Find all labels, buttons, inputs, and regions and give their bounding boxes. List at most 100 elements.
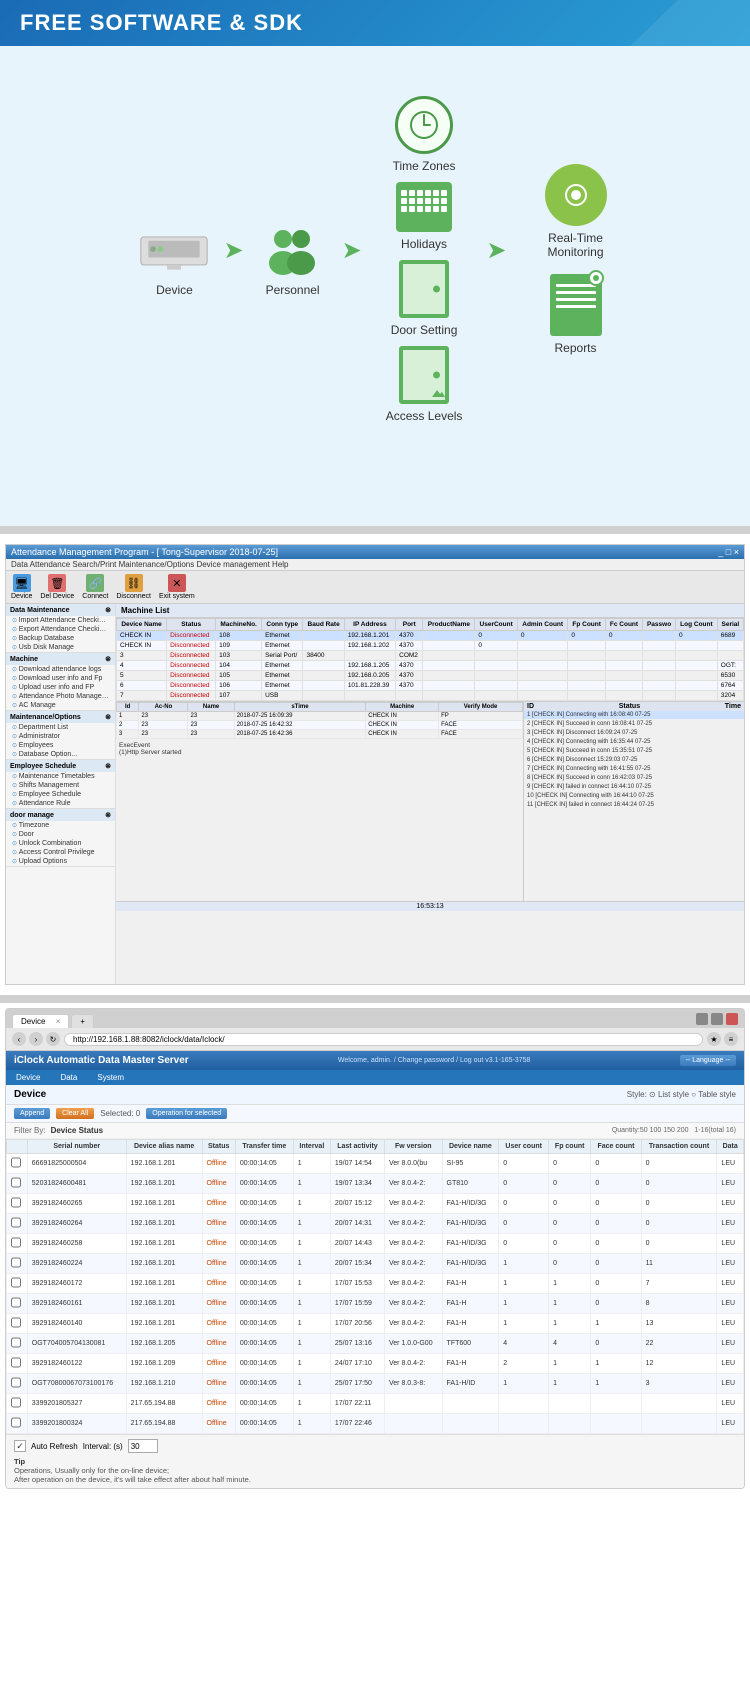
tip-section: Tip Operations, Usually only for the on-… <box>14 1457 736 1484</box>
close-window-btn[interactable] <box>726 1013 738 1025</box>
refresh-btn[interactable]: ↻ <box>46 1032 60 1046</box>
row-checkbox[interactable] <box>11 1256 21 1269</box>
interval-input[interactable] <box>128 1439 158 1453</box>
toolbar-disconnect-btn[interactable]: ⛓ Disconnect <box>116 574 151 600</box>
window-controls[interactable]: _ □ × <box>718 547 739 557</box>
access-control-item[interactable]: Access Control Privilege <box>6 848 115 857</box>
timezone-item[interactable]: Timezone <box>6 821 115 830</box>
minimize-btn[interactable] <box>696 1013 708 1025</box>
filter-value[interactable]: Device Status <box>51 1126 103 1135</box>
download-logs-item[interactable]: Download attendance logs <box>6 665 115 674</box>
right-column: Real-Time Monitoring Reports <box>531 164 621 355</box>
device-cell[interactable] <box>7 1214 28 1234</box>
device-cell[interactable] <box>7 1334 28 1354</box>
menu-btn[interactable]: ≡ <box>724 1032 738 1046</box>
device-cell[interactable] <box>7 1374 28 1394</box>
toolbar-connect-btn[interactable]: 🔗 Connect <box>82 574 108 600</box>
door-item[interactable]: Door <box>6 830 115 839</box>
tab-close[interactable]: × <box>56 1017 61 1026</box>
department-item[interactable]: Department List <box>6 723 115 732</box>
unlock-combination-item[interactable]: Unlock Combination <box>6 839 115 848</box>
auto-refresh-checkbox[interactable] <box>14 1440 26 1452</box>
table-row: 3929182460258192.168.1.201Offline00:00:1… <box>7 1234 744 1254</box>
row-checkbox[interactable] <box>11 1376 21 1389</box>
log-item[interactable]: 11 [CHECK IN] failed in connect 16:44:24… <box>524 801 744 810</box>
device-cell[interactable] <box>7 1414 28 1434</box>
ac-manage-item[interactable]: AC Manage <box>6 701 115 710</box>
log-item[interactable]: 8 [CHECK IN] Succeed in conn 16:42:03 07… <box>524 774 744 783</box>
device-cell[interactable] <box>7 1274 28 1294</box>
log-item[interactable]: 3 [CHECK IN] Disconnect 16:09:24 07-25 <box>524 729 744 738</box>
append-btn[interactable]: Append <box>14 1108 50 1119</box>
download-user-item[interactable]: Download user info and Fp <box>6 674 115 683</box>
device-cell[interactable] <box>7 1254 28 1274</box>
employee-schedule-item[interactable]: Employee Schedule <box>6 790 115 799</box>
toolbar-device-btn[interactable]: 🖥 Device <box>11 574 32 600</box>
machine-cell: 6764 <box>717 681 743 691</box>
timetables-item[interactable]: Maintenance Timetables <box>6 772 115 781</box>
active-tab[interactable]: Device × <box>12 1014 69 1028</box>
new-tab-btn[interactable]: + <box>71 1014 94 1028</box>
device-cell[interactable] <box>7 1354 28 1374</box>
row-checkbox[interactable] <box>11 1276 21 1289</box>
log-item[interactable]: 10 [CHECK IN] Connecting with 16:44:10 0… <box>524 792 744 801</box>
clear-all-btn[interactable]: Clear All <box>56 1108 94 1119</box>
language-btn[interactable]: -- Language -- <box>680 1055 736 1066</box>
toolbar-del-device-btn[interactable]: 🗑 Del Device <box>40 574 74 600</box>
attendance-rule-item[interactable]: Attendance Rule <box>6 799 115 808</box>
row-checkbox[interactable] <box>11 1196 21 1209</box>
row-checkbox[interactable] <box>11 1236 21 1249</box>
row-checkbox[interactable] <box>11 1416 21 1429</box>
upload-user-item[interactable]: Upload user info and FP <box>6 683 115 692</box>
device-cell[interactable] <box>7 1194 28 1214</box>
url-bar[interactable]: http://192.168.1.88:8082/iclock/data/Icl… <box>64 1033 703 1046</box>
log-item[interactable]: 5 [CHECK IN] Succeed in conn 15:35:51 07… <box>524 747 744 756</box>
administrator-item[interactable]: Administrator <box>6 732 115 741</box>
log-item[interactable]: 9 [CHECK IN] failed in connect 16:44:10 … <box>524 783 744 792</box>
back-btn[interactable]: ‹ <box>12 1032 26 1046</box>
row-checkbox[interactable] <box>11 1176 21 1189</box>
operation-btn[interactable]: Operation for selected <box>146 1108 227 1119</box>
row-checkbox[interactable] <box>11 1216 21 1229</box>
backup-database-item[interactable]: Backup Database <box>6 634 115 643</box>
nav-device[interactable]: Device <box>6 1070 50 1085</box>
device-cell[interactable] <box>7 1174 28 1194</box>
log-item[interactable]: 1 [CHECK IN] Connecting with 16:08:40 07… <box>524 711 744 720</box>
bookmark-btn[interactable]: ★ <box>707 1032 721 1046</box>
device-cell[interactable] <box>7 1314 28 1334</box>
device-cell[interactable] <box>7 1234 28 1254</box>
app-menubar[interactable]: Data Attendance Search/Print Maintenance… <box>6 559 744 571</box>
device-cell[interactable] <box>7 1154 28 1174</box>
device-cell[interactable] <box>7 1294 28 1314</box>
shifts-item[interactable]: Shifts Management <box>6 781 115 790</box>
row-checkbox[interactable] <box>11 1316 21 1329</box>
maximize-btn[interactable] <box>711 1013 723 1025</box>
log-item[interactable]: 2 [CHECK IN] Succeed in conn 16:08:41 07… <box>524 720 744 729</box>
row-checkbox[interactable] <box>11 1356 21 1369</box>
row-checkbox[interactable] <box>11 1156 21 1169</box>
employees-item[interactable]: Employees <box>6 741 115 750</box>
row-checkbox[interactable] <box>11 1396 21 1409</box>
export-attendance-item[interactable]: Export Attendance Checking Data <box>6 625 115 634</box>
machine-cell: Ethernet <box>262 671 303 681</box>
nav-system[interactable]: System <box>87 1070 134 1085</box>
nav-data[interactable]: Data <box>50 1070 87 1085</box>
device-cell: SI-95 <box>442 1154 499 1174</box>
device-cell: 1 <box>499 1254 549 1274</box>
import-attendance-item[interactable]: Import Attendance Checking Data <box>6 616 115 625</box>
photo-management-item[interactable]: Attendance Photo Management <box>6 692 115 701</box>
device-cell[interactable] <box>7 1394 28 1414</box>
log-item[interactable]: 6 [CHECK IN] Disconnect 15:29:03 07-25 <box>524 756 744 765</box>
database-option-item[interactable]: Database Option... <box>6 750 115 759</box>
row-checkbox[interactable] <box>11 1296 21 1309</box>
toolbar-exit-btn[interactable]: ✕ Exit system <box>159 574 195 600</box>
row-checkbox[interactable] <box>11 1336 21 1349</box>
forward-btn[interactable]: › <box>29 1032 43 1046</box>
log-item[interactable]: 4 [CHECK IN] Connecting with 16:35:44 07… <box>524 738 744 747</box>
usb-disk-item[interactable]: Usb Disk Manage <box>6 643 115 652</box>
log-item[interactable]: 7 [CHECK IN] Connecting with 16:41:55 07… <box>524 765 744 774</box>
device-cell: 1 <box>293 1354 330 1374</box>
window-btns[interactable] <box>696 1013 738 1028</box>
upload-options-item[interactable]: Upload Options <box>6 857 115 866</box>
style-selector[interactable]: Style: ⊙ List style ○ Table style <box>627 1090 736 1099</box>
